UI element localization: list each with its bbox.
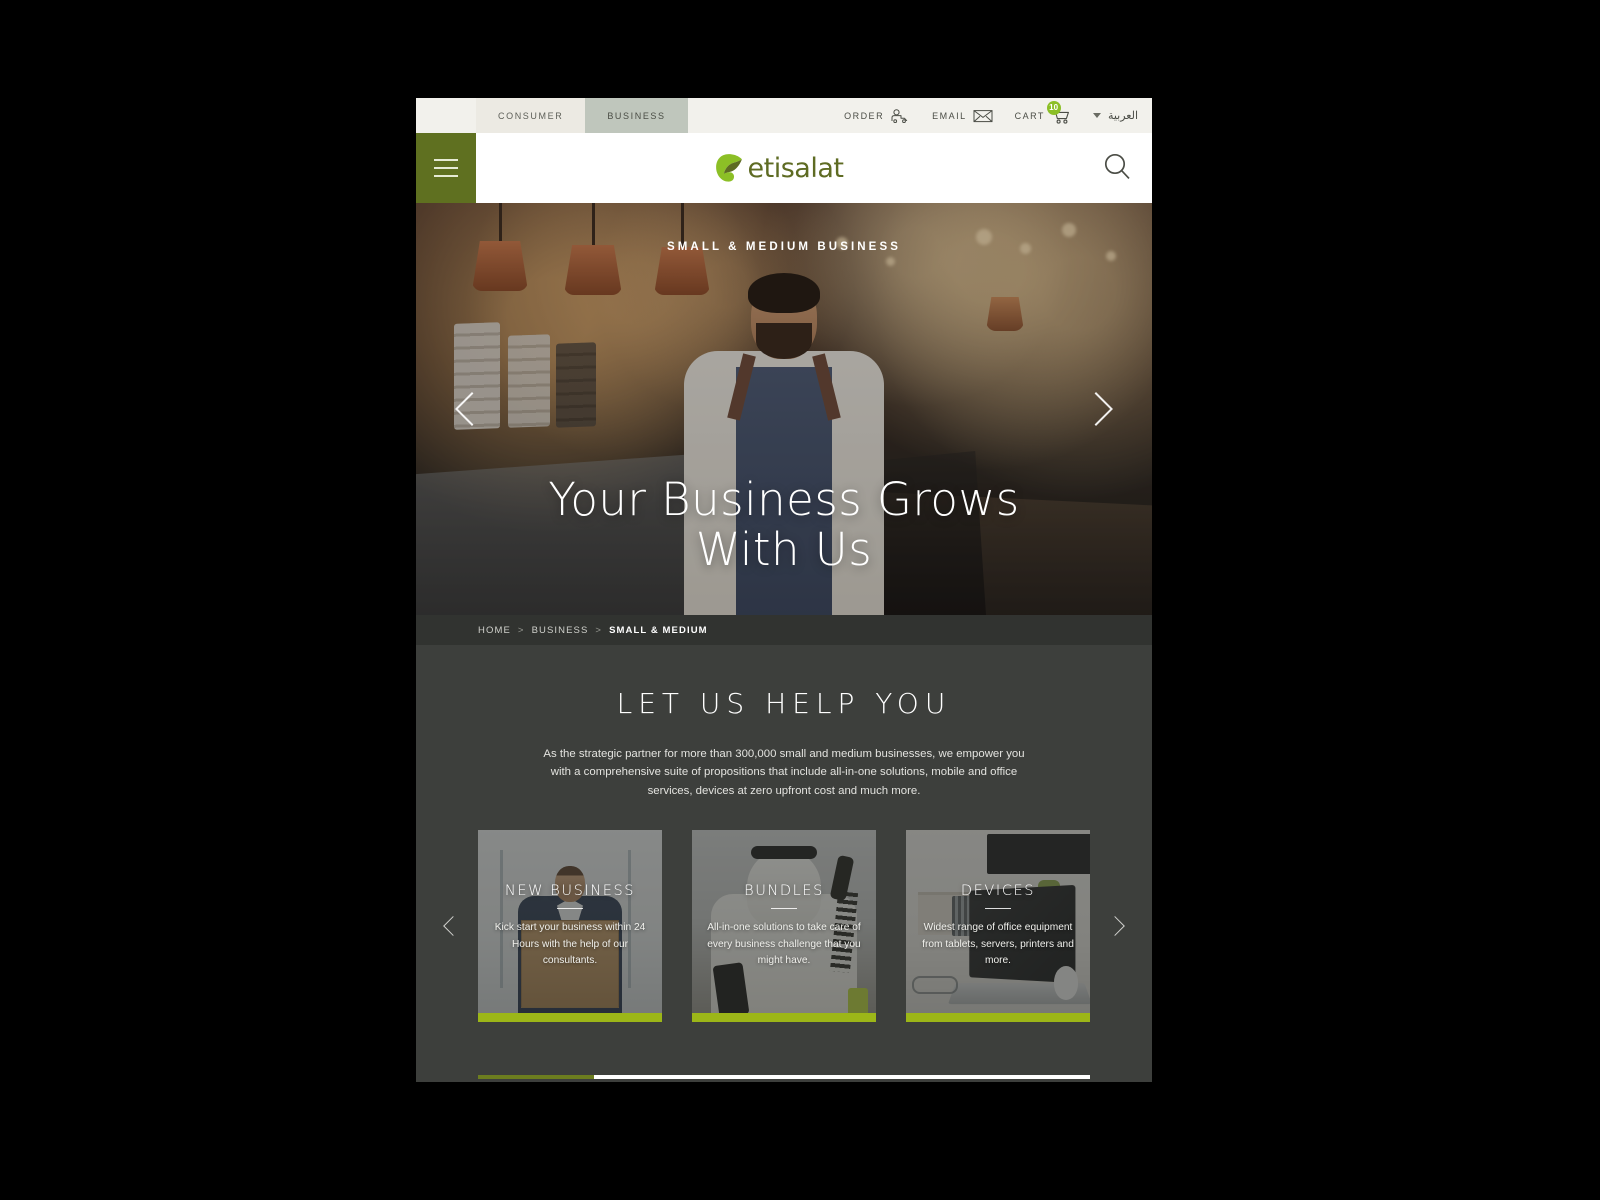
card-bundles[interactable]: BUNDLES All-in-one solutions to take car…: [692, 830, 876, 1023]
hamburger-icon-bar: [434, 159, 458, 161]
breadcrumb-item-home[interactable]: HOME: [478, 625, 511, 636]
hero-prev-button[interactable]: [452, 381, 492, 437]
browser-page: CONSUMER BUSINESS ORDER EMAIL CART 10 ال…: [416, 98, 1152, 1082]
card-accent-bar: [906, 1013, 1090, 1023]
tab-business-label: BUSINESS: [607, 110, 666, 121]
carousel-scrollbar-thumb[interactable]: [478, 1075, 595, 1079]
hamburger-icon-bar: [434, 167, 458, 169]
order-label: ORDER: [844, 110, 885, 121]
chevron-right-icon: [1079, 392, 1113, 426]
hero-title-line-2: With Us: [695, 523, 873, 577]
breadcrumb-separator: >: [595, 624, 603, 636]
audience-tabs: CONSUMER BUSINESS: [476, 98, 688, 133]
card-title: NEW BUSINESS: [504, 883, 636, 900]
card-description: All-in-one solutions to take care of eve…: [707, 922, 861, 967]
breadcrumb-separator: >: [517, 624, 525, 636]
section-title: LET US HELP YOU: [616, 687, 952, 720]
hero-title-line-1: Your Business Grows: [548, 473, 1020, 526]
card-devices[interactable]: DEVICES Widest range of office equipment…: [906, 830, 1090, 1023]
envelope-icon: [973, 109, 993, 123]
utility-actions: ORDER EMAIL CART 10 العربية: [844, 98, 1152, 133]
section-description: As the strategic partner for more than 3…: [543, 748, 1025, 797]
card-accent-bar: [692, 1013, 876, 1023]
tab-business[interactable]: BUSINESS: [585, 98, 688, 133]
hamburger-icon-bar: [434, 175, 458, 177]
chevron-right-icon: [1105, 916, 1125, 937]
card-title: BUNDLES: [744, 883, 824, 900]
tab-consumer-label: CONSUMER: [498, 110, 564, 121]
main-header: etisalat: [416, 133, 1152, 203]
hamburger-menu-button[interactable]: [416, 133, 476, 203]
tab-consumer[interactable]: CONSUMER: [476, 98, 586, 133]
card-accent-bar: [478, 1013, 662, 1023]
cart-link[interactable]: CART 10: [1014, 100, 1071, 124]
hero-carousel: SMALL & MEDIUM BUSINESS Your Business Gr…: [416, 203, 1152, 615]
email-label: EMAIL: [932, 110, 967, 121]
search-icon: [1103, 152, 1131, 185]
chevron-left-icon: [443, 916, 463, 937]
carousel-next-button[interactable]: [1100, 904, 1130, 948]
language-switcher[interactable]: العربية: [1092, 109, 1138, 122]
breadcrumb: HOME > BUSINESS > SMALL & MEDIUM: [416, 615, 1152, 645]
etisalat-logo-icon: [715, 153, 743, 183]
card-title: DEVICES: [960, 883, 1036, 900]
card-divider: [771, 908, 797, 910]
card-new-business[interactable]: NEW BUSINESS Kick start your business wi…: [478, 830, 662, 1023]
carousel-prev-button[interactable]: [438, 904, 468, 948]
card-divider: [557, 908, 583, 910]
cart-count-badge: 10: [1046, 100, 1061, 115]
hero-title: Your Business Grows With Us: [416, 473, 1152, 577]
chevron-down-icon: [1092, 113, 1101, 118]
chevron-left-icon: [455, 392, 489, 426]
card-content: NEW BUSINESS Kick start your business wi…: [478, 830, 662, 1022]
cards-carousel: NEW BUSINESS Kick start your business wi…: [416, 830, 1152, 1023]
delivery-truck-icon: [890, 108, 910, 123]
brand-name: etisalat: [747, 152, 844, 184]
email-link[interactable]: EMAIL: [932, 109, 993, 123]
card-content: DEVICES Widest range of office equipment…: [906, 830, 1090, 1022]
card-description: Widest range of office equipment from ta…: [922, 922, 1074, 967]
hero-eyebrow: SMALL & MEDIUM BUSINESS: [666, 241, 901, 253]
site-logo[interactable]: etisalat: [476, 153, 1082, 184]
utility-bar: CONSUMER BUSINESS ORDER EMAIL CART 10 ال…: [416, 98, 1152, 133]
carousel-scrollbar[interactable]: [478, 1075, 1090, 1079]
breadcrumb-item-current: SMALL & MEDIUM: [609, 624, 708, 636]
search-button[interactable]: [1082, 133, 1152, 203]
hero-next-button[interactable]: [1076, 381, 1116, 437]
help-section: LET US HELP YOU As the strategic partner…: [416, 645, 1152, 1082]
order-link[interactable]: ORDER: [844, 108, 910, 123]
card-divider: [985, 908, 1011, 910]
card-description: Kick start your business within 24 Hours…: [494, 922, 646, 967]
cart-label: CART: [1014, 110, 1045, 121]
language-label: العربية: [1107, 110, 1138, 122]
breadcrumb-item-business[interactable]: BUSINESS: [532, 625, 589, 636]
card-content: BUNDLES All-in-one solutions to take car…: [692, 830, 876, 1022]
